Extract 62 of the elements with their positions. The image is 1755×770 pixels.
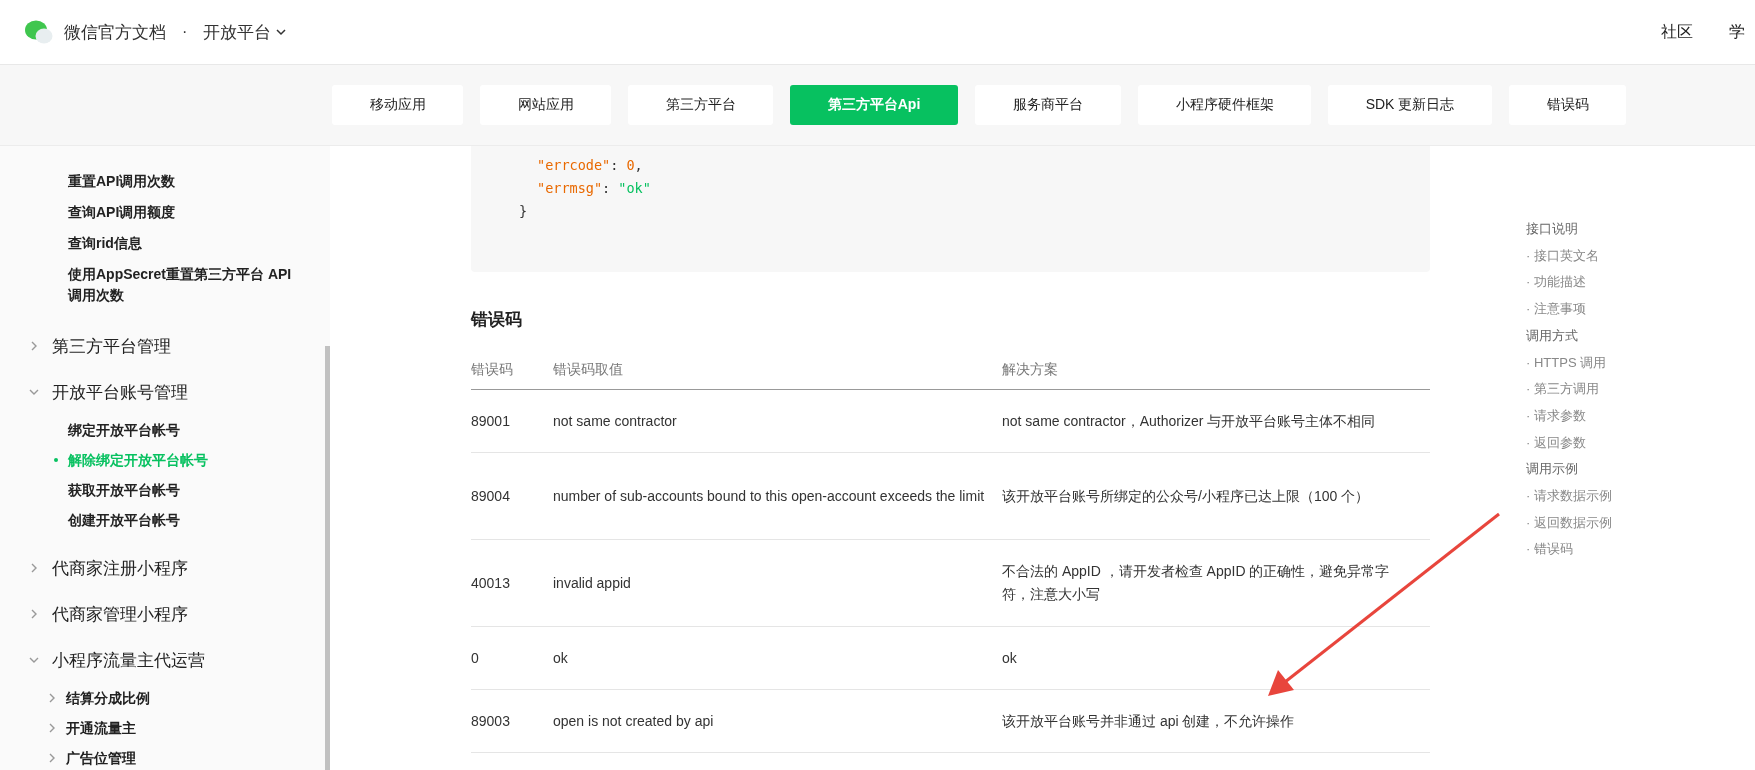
sidebar-item[interactable]: 获取开放平台帐号 (0, 475, 328, 505)
sidebar-group[interactable]: 第三方平台管理 (0, 323, 298, 369)
toc-link[interactable]: · 第三方调用 (1526, 376, 1612, 403)
nav-tab[interactable]: 移动应用 (332, 85, 463, 125)
toc-link[interactable]: · 返回数据示例 (1526, 509, 1612, 537)
table-cell: 不合法的 AppID ，请开发者检查 AppID 的正确性，避免异常字符，注意大小写 (1002, 539, 1430, 627)
sidebar-group[interactable]: 开放平台账号管理 (0, 369, 298, 415)
sidebar-group[interactable]: 代商家管理小程序 (0, 591, 298, 637)
toc-link[interactable]: 调用方式 (1526, 322, 1612, 350)
sidebar-item[interactable]: 查询API调用额度 (0, 197, 324, 228)
table-cell: 0 (471, 626, 553, 690)
nav-tab[interactable]: SDK 更新日志 (1328, 85, 1492, 125)
sidebar-item[interactable]: 重置API调用次数 (0, 166, 324, 197)
nav-tab[interactable]: 服务商平台 (975, 85, 1121, 125)
sidebar-item[interactable]: 创建开放平台帐号 (0, 505, 328, 535)
toc-link[interactable]: · 返回参数 (1526, 429, 1612, 457)
table-cell: not same contractor (553, 389, 1002, 453)
table-cell: number of sub-accounts bound to this open-account exceeds the limit (553, 452, 1002, 540)
sidebar-group[interactable]: 代商家注册小程序 (0, 545, 298, 591)
sidebar-item[interactable]: 使用AppSecret重置第三方平台 API调用次数 (0, 259, 324, 311)
column-header: 错误码 (471, 353, 553, 390)
toc-link[interactable]: 调用示例 (1526, 456, 1612, 484)
site-title: 微信官方文档 (64, 21, 166, 44)
header-link[interactable]: 学 (1729, 21, 1745, 43)
toc-link[interactable]: · HTTPS 调用 (1526, 349, 1612, 377)
code-block: "errcode": 0, "errmsg": "ok" } (471, 146, 1430, 272)
table-cell: 40013 (471, 539, 553, 627)
separator-dot: · (182, 23, 188, 41)
chevron-down-icon (275, 26, 288, 38)
header-link[interactable]: 社区 (1661, 21, 1693, 43)
nav-tab[interactable]: 第三方平台 (628, 85, 773, 125)
sidebar-item[interactable]: 查询rid信息 (0, 228, 324, 259)
toc-link[interactable]: · 错误码 (1526, 536, 1612, 564)
section-dropdown[interactable]: 开放平台 (203, 20, 288, 44)
toc-link[interactable]: · 请求参数 (1526, 402, 1612, 430)
table-cell: 89001 (471, 389, 553, 453)
nav-tab[interactable]: 网站应用 (480, 85, 611, 125)
table-cell: 89003 (471, 689, 553, 753)
sidebar-item[interactable]: 绑定开放平台帐号 (0, 415, 328, 445)
toc-link[interactable]: · 请求数据示例 (1526, 483, 1612, 510)
sidebar-item[interactable]: 开通流量主 (0, 713, 306, 743)
sidebar-item[interactable]: 广告位管理 (0, 743, 306, 770)
chat-bubbles-logo-icon (24, 19, 54, 45)
table-cell: invalid appid (553, 539, 1002, 627)
nav-tab[interactable]: 错误码 (1509, 85, 1626, 125)
table-cell: 该开放平台账号所绑定的公众号/小程序已达上限（100 个） (1002, 452, 1430, 540)
active-dot-icon (54, 458, 58, 462)
table-cell: not same contractor，Authorizer 与开放平台账号主体不相同 (1002, 389, 1430, 453)
scrollbar-thumb[interactable] (325, 346, 330, 770)
toc-link[interactable]: · 功能描述 (1526, 269, 1612, 297)
sidebar-group[interactable]: 小程序流量主代运营 (0, 637, 298, 683)
sidebar-item[interactable]: 结算分成比例 (0, 683, 306, 713)
toc-link[interactable]: 接口说明 (1526, 216, 1612, 243)
column-header: 解决方案 (1002, 353, 1430, 390)
table-cell: 89004 (471, 452, 553, 540)
toc-link[interactable]: · 注意事项 (1526, 296, 1612, 323)
nav-tab[interactable]: 小程序硬件框架 (1138, 85, 1311, 125)
section-heading: 错误码 (471, 309, 523, 331)
table-cell: open is not created by api (553, 689, 1002, 753)
column-header: 错误码取值 (553, 353, 1002, 390)
table-cell: ok (553, 626, 1002, 690)
toc-link[interactable]: · 接口英文名 (1526, 242, 1612, 270)
